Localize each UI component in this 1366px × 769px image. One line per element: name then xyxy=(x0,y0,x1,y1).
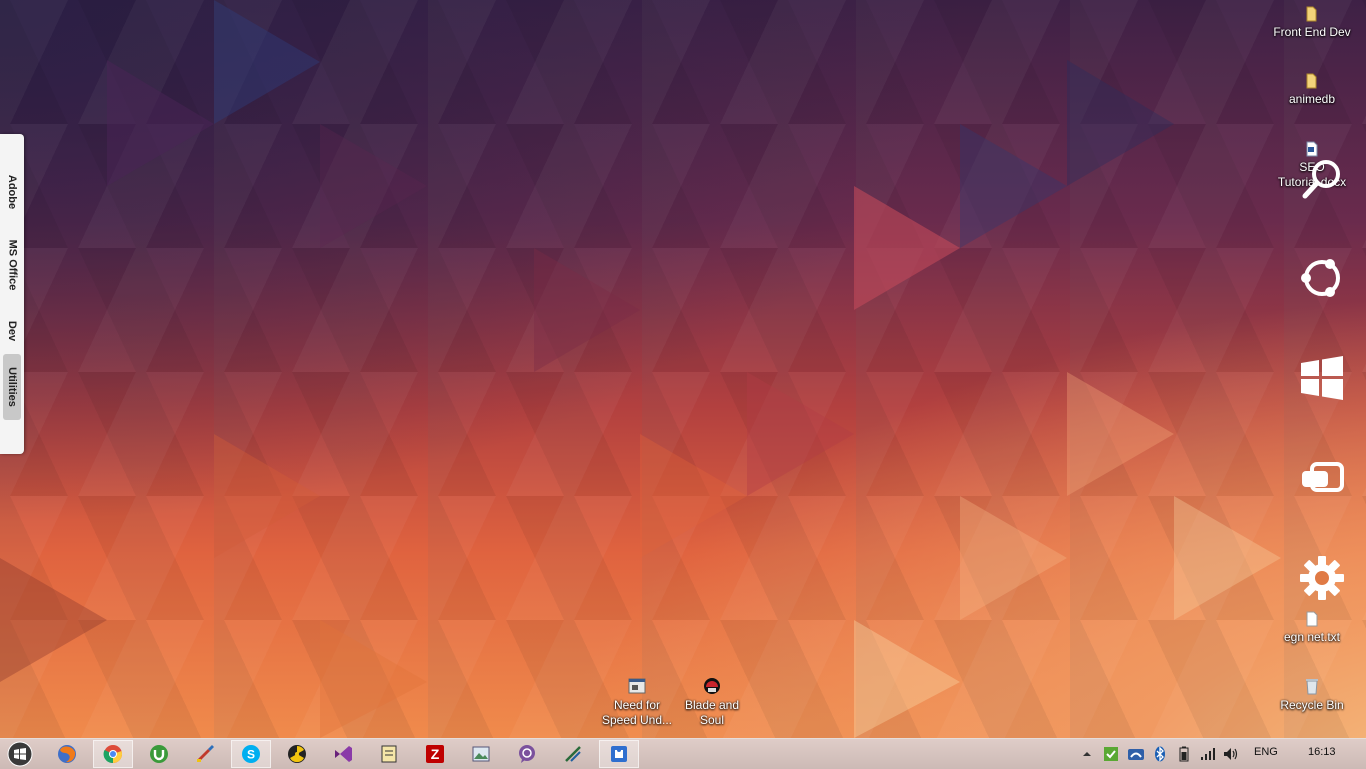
skype-icon: S xyxy=(242,745,260,763)
dock-tab-label: Utilities xyxy=(6,367,19,407)
snipping-icon xyxy=(565,746,581,762)
visual-studio-icon xyxy=(335,746,352,762)
charm-search[interactable] xyxy=(1292,148,1352,208)
taskbar-utorrent[interactable] xyxy=(139,740,179,768)
text-file-icon xyxy=(1306,611,1318,627)
dock-tab-label: Adobe xyxy=(6,174,19,210)
chevron-up-icon xyxy=(1083,752,1091,756)
desktop-icon-blade-and-soul[interactable]: Blade and Soul xyxy=(672,677,752,728)
filezilla-icon: Z xyxy=(426,745,444,763)
photo-icon xyxy=(472,746,490,762)
firefox-icon xyxy=(58,745,76,763)
svg-text:Z: Z xyxy=(431,746,440,762)
desktop-icon-label: Front End Dev xyxy=(1273,25,1351,39)
taskbar-skype[interactable]: S xyxy=(231,740,271,768)
charm-start[interactable] xyxy=(1292,348,1352,408)
puzzle-icon xyxy=(611,746,627,762)
charm-devices[interactable] xyxy=(1292,448,1352,508)
desktop-wallpaper: Adobe MS Office Dev Utilities Front End … xyxy=(0,0,1366,738)
charm-share[interactable] xyxy=(1292,248,1352,308)
taskbar-visual-studio[interactable] xyxy=(323,740,363,768)
devices-icon xyxy=(1302,462,1344,492)
desktop-icon-front-end-dev[interactable]: Front End Dev xyxy=(1272,6,1352,40)
dock-tab-label: MS Office xyxy=(6,239,19,291)
tray-battery[interactable] xyxy=(1175,745,1193,763)
dock-tab-ms-office[interactable]: MS Office xyxy=(3,230,21,300)
battery-icon xyxy=(1179,746,1189,762)
tray-show-hidden-button[interactable] xyxy=(1081,745,1093,763)
chrome-icon xyxy=(103,745,123,764)
settings-gear-icon xyxy=(1300,556,1344,600)
game-shortcut-icon xyxy=(628,678,646,694)
shield-check-icon xyxy=(1104,747,1118,761)
start-windows-icon xyxy=(1301,356,1343,400)
tray-cloud-sync[interactable] xyxy=(1127,745,1145,763)
taskbar-radiation-app[interactable] xyxy=(277,740,317,768)
tray-clock[interactable]: 16:13 xyxy=(1308,746,1336,758)
tray-security[interactable] xyxy=(1102,745,1120,763)
taskbar-snipping[interactable] xyxy=(553,740,593,768)
svg-text:S: S xyxy=(247,748,255,762)
side-dock: Adobe MS Office Dev Utilities xyxy=(0,134,24,454)
taskbar-puzzle-app[interactable] xyxy=(599,740,639,768)
notes-icon xyxy=(381,745,397,763)
tray-network[interactable] xyxy=(1199,745,1217,763)
speaker-icon xyxy=(1224,748,1238,760)
folder-icon xyxy=(1306,6,1317,22)
recycle-bin-icon xyxy=(1306,679,1318,695)
share-icon xyxy=(1301,259,1340,297)
wallpaper-facets xyxy=(0,0,1281,738)
taskbar-firefox[interactable] xyxy=(47,740,87,768)
tray-language[interactable]: ENG xyxy=(1254,746,1278,758)
desktop-icon-recycle-bin[interactable]: Recycle Bin xyxy=(1272,677,1352,713)
dock-tab-adobe[interactable]: Adobe xyxy=(3,168,21,216)
game-shortcut-icon xyxy=(704,678,720,694)
desktop-icon-label: Blade and Soul xyxy=(684,698,740,727)
bluetooth-icon xyxy=(1155,746,1165,762)
charm-settings[interactable] xyxy=(1292,548,1352,608)
desktop-icon-egn-net[interactable]: egn net.txt xyxy=(1272,611,1352,645)
taskbar-notes[interactable] xyxy=(369,740,409,768)
dock-tab-label: Dev xyxy=(6,320,18,342)
folder-icon xyxy=(1306,73,1317,89)
desktop-icon-label: animedb xyxy=(1288,92,1336,106)
cloud-drive-icon xyxy=(1128,749,1144,760)
desktop-icon-need-for-speed[interactable]: Need for Speed Und... xyxy=(597,677,677,728)
radiation-icon xyxy=(288,745,306,763)
taskbar-viber[interactable] xyxy=(507,740,547,768)
taskbar-paint-brush[interactable] xyxy=(185,740,225,768)
utorrent-icon xyxy=(150,745,168,763)
taskbar-chrome[interactable] xyxy=(93,740,133,768)
tray-bluetooth[interactable] xyxy=(1153,745,1167,763)
paint-brush-icon xyxy=(197,745,214,762)
desktop-icon-animedb[interactable]: animedb xyxy=(1272,73,1352,107)
desktop-icon-label: Recycle Bin xyxy=(1280,698,1344,712)
viber-icon xyxy=(519,745,535,763)
desktop-icon-label: Need for Speed Und... xyxy=(601,698,673,727)
desktop-icon-label: egn net.txt xyxy=(1283,630,1341,644)
taskbar: S Z ENG 16:13 xyxy=(0,738,1366,769)
wifi-signal-icon xyxy=(1201,748,1215,760)
taskbar-photo-viewer[interactable] xyxy=(461,740,501,768)
windows-orb-icon xyxy=(7,741,33,767)
taskbar-filezilla[interactable]: Z xyxy=(415,740,455,768)
tray-volume[interactable] xyxy=(1222,745,1240,763)
dock-tab-utilities[interactable]: Utilities xyxy=(3,354,21,420)
dock-tab-dev[interactable]: Dev xyxy=(3,314,21,348)
start-button[interactable] xyxy=(0,740,40,768)
search-icon xyxy=(1302,160,1340,199)
